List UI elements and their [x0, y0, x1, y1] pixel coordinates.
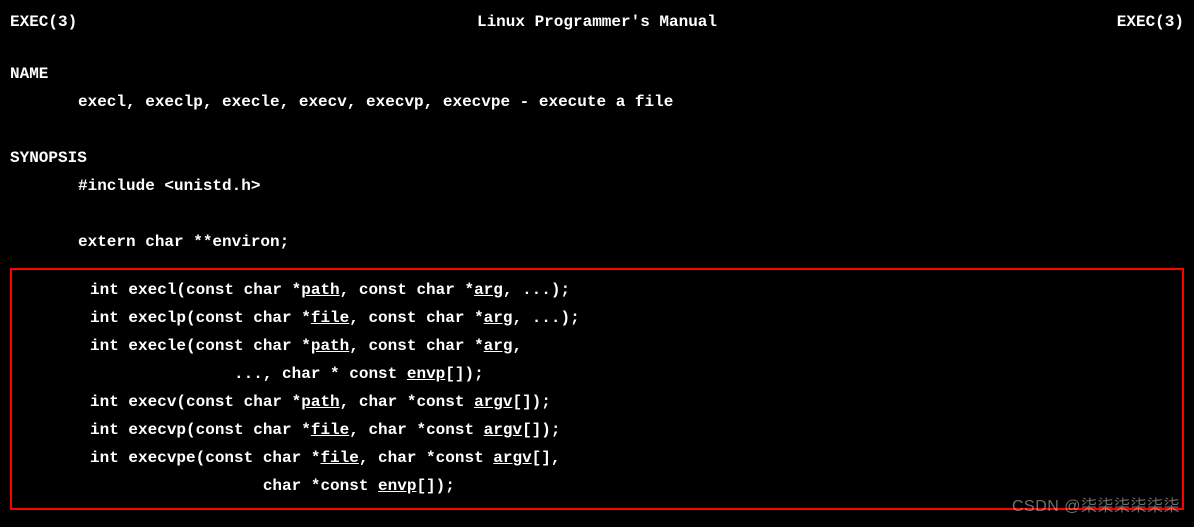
param-envp: envp [407, 365, 445, 383]
param-argv: argv [474, 393, 512, 411]
proto-execle-line2: ..., char * const envp[]); [12, 360, 1182, 388]
param-arg: arg [484, 309, 513, 327]
synopsis-include: #include <unistd.h> [0, 172, 1194, 200]
proto-execl: int execl(const char *path, const char *… [12, 276, 1182, 304]
param-file: file [311, 421, 349, 439]
section-name-title: NAME [0, 60, 1194, 88]
man-header: EXEC(3) Linux Programmer's Manual EXEC(3… [0, 0, 1194, 36]
name-line: execl, execlp, execle, execv, execvp, ex… [0, 88, 1194, 116]
synopsis-extern: extern char **environ; [0, 228, 1194, 256]
proto-execvpe-line1: int execvpe(const char *file, char *cons… [12, 444, 1182, 472]
param-path: path [301, 393, 339, 411]
watermark: CSDN @柒柒柒柒柒柒 [1012, 493, 1180, 521]
proto-execvpe-line2: char *const envp[]); [12, 472, 1182, 500]
header-right: EXEC(3) [1117, 8, 1184, 36]
function-prototypes-box: int execl(const char *path, const char *… [10, 268, 1184, 510]
header-left: EXEC(3) [10, 8, 77, 36]
proto-execlp: int execlp(const char *file, const char … [12, 304, 1182, 332]
param-arg: arg [474, 281, 503, 299]
param-arg: arg [484, 337, 513, 355]
param-argv: argv [484, 421, 522, 439]
param-envp: envp [378, 477, 416, 495]
header-center: Linux Programmer's Manual [477, 8, 717, 36]
param-file: file [320, 449, 358, 467]
proto-execvp: int execvp(const char *file, char *const… [12, 416, 1182, 444]
section-synopsis-title: SYNOPSIS [0, 144, 1194, 172]
proto-execv: int execv(const char *path, char *const … [12, 388, 1182, 416]
param-path: path [301, 281, 339, 299]
param-file: file [311, 309, 349, 327]
param-path: path [311, 337, 349, 355]
proto-execle-line1: int execle(const char *path, const char … [12, 332, 1182, 360]
param-argv: argv [493, 449, 531, 467]
